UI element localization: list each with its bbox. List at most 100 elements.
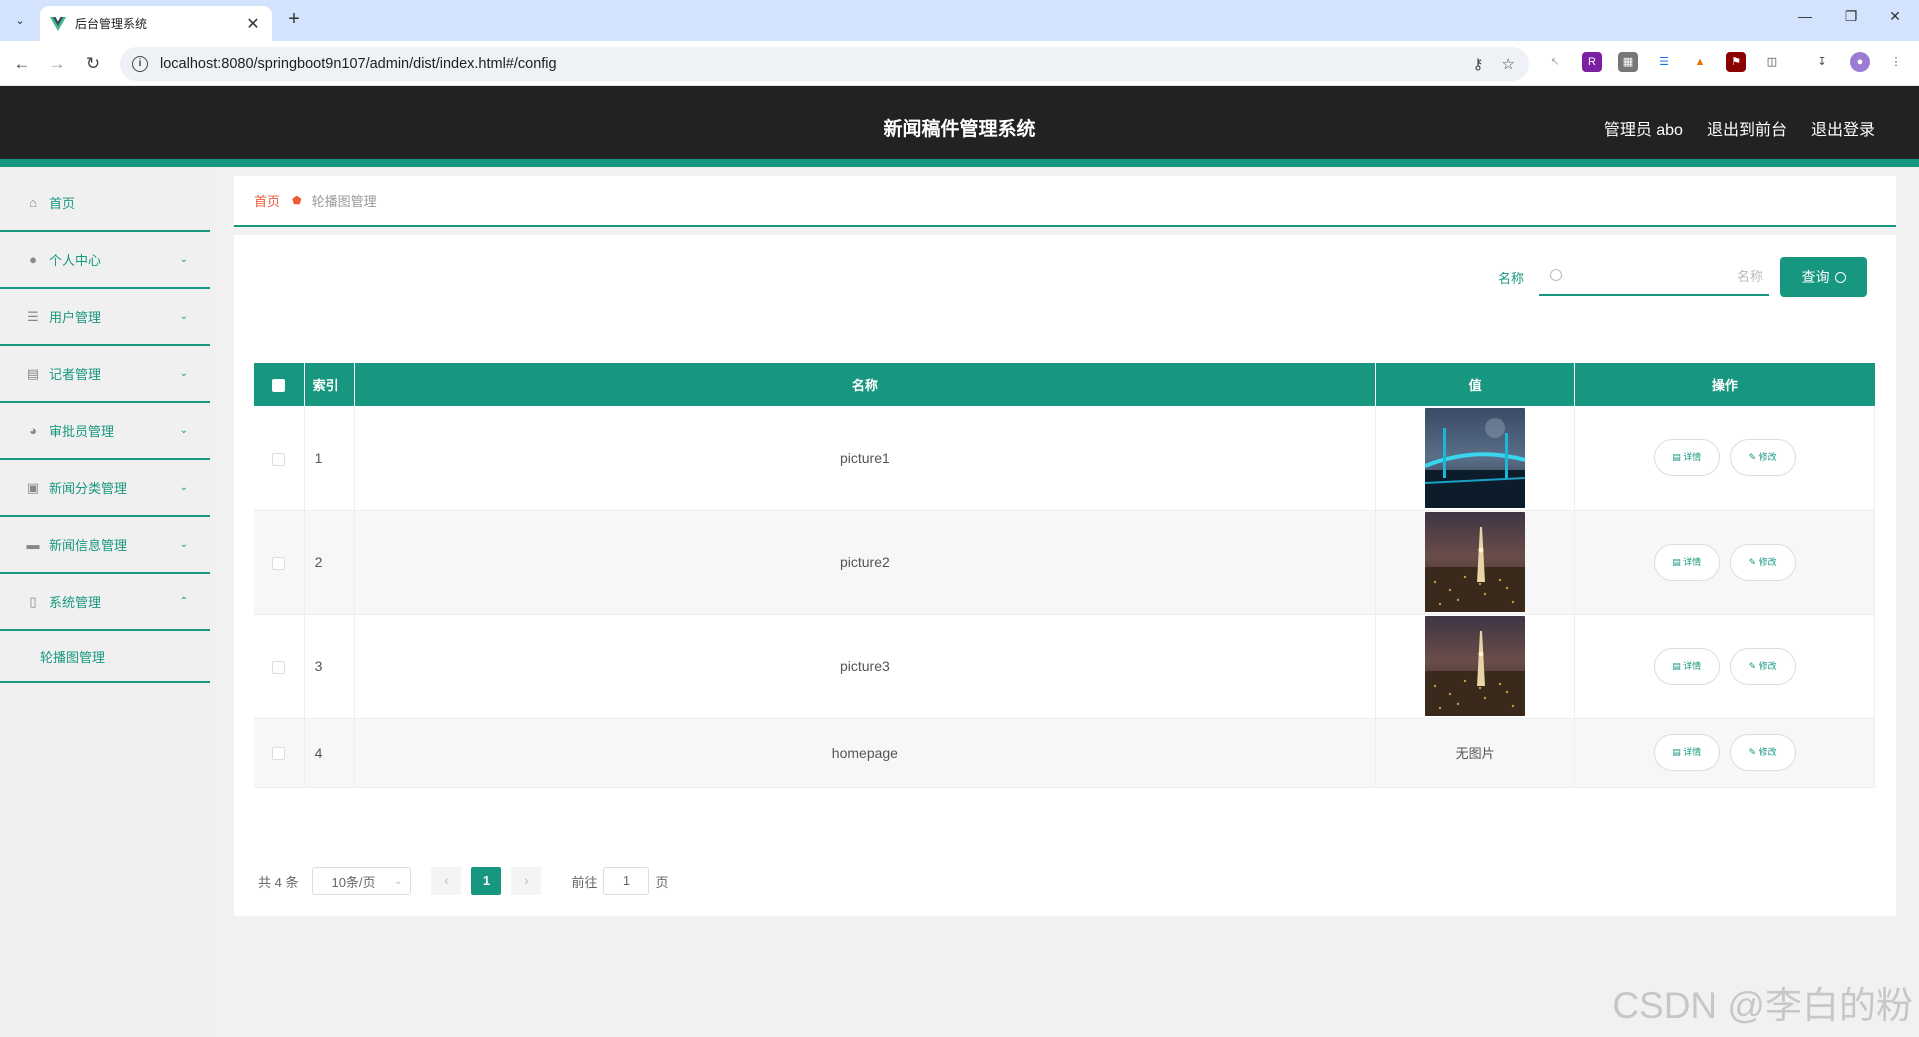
- carousel-thumbnail-city-tower: [1425, 512, 1526, 612]
- key-icon[interactable]: ⚷: [1473, 55, 1484, 73]
- restore-icon[interactable]: ❐: [1836, 8, 1866, 25]
- extension-layers-icon[interactable]: ☰: [1654, 52, 1674, 72]
- pentagon-separator-icon: ⬟: [292, 195, 302, 207]
- address-bar[interactable]: i localhost:8080/springboot9n107/admin/d…: [120, 47, 1529, 81]
- row-actions-cell: ▤ 详情 ✎ 修改: [1574, 718, 1875, 788]
- row-checkbox-cell: [254, 614, 305, 719]
- table-row: 3 picture3 ▤ 详情 ✎ 修改: [254, 614, 1875, 719]
- pagination-total: 共 4 条: [258, 874, 299, 890]
- detail-button[interactable]: ▤ 详情: [1653, 439, 1720, 477]
- sidebar-item-profile[interactable]: ● 个人中心 ⌄: [0, 232, 210, 289]
- minimize-icon[interactable]: —: [1790, 8, 1820, 24]
- row-value-cell: [1375, 510, 1576, 615]
- next-page-icon[interactable]: ›: [511, 867, 542, 895]
- site-info-icon[interactable]: i: [132, 56, 148, 72]
- detail-button-label: 详情: [1683, 452, 1702, 463]
- download-icon[interactable]: ↧: [1812, 52, 1832, 72]
- browser-tab-active[interactable]: 后台管理系统 ✕: [40, 6, 272, 41]
- sidebar-item-news-category[interactable]: ▣ 新闻分类管理 ⌄: [0, 460, 210, 517]
- new-tab-icon[interactable]: +: [282, 8, 306, 32]
- sidebar-item-home[interactable]: ⌂ 首页: [0, 175, 210, 232]
- compass-icon: ◕: [29, 423, 37, 438]
- column-header-actions: 操作: [1574, 363, 1875, 406]
- extensions-puzzle-icon[interactable]: ◫: [1762, 52, 1782, 72]
- extension-cursor-icon[interactable]: ↖: [1545, 52, 1565, 72]
- sidebar-item-reporters[interactable]: ▤ 记者管理 ⌄: [0, 346, 210, 403]
- chevron-down-icon: ⌄: [179, 311, 188, 322]
- sidebar-subitem-carousel[interactable]: 轮播图管理: [0, 631, 210, 683]
- row-checkbox[interactable]: [272, 452, 286, 466]
- edit-button[interactable]: ✎ 修改: [1729, 439, 1796, 477]
- detail-button[interactable]: ▤ 详情: [1653, 647, 1720, 685]
- row-checkbox[interactable]: [272, 660, 286, 674]
- briefcase-icon: ▣: [26, 479, 40, 495]
- breadcrumb: 首页 ⬟ 轮播图管理: [234, 176, 1896, 227]
- carousel-thumbnail-bridge: [1425, 407, 1526, 508]
- browser-menu-icon[interactable]: ⋮: [1886, 52, 1906, 72]
- row-index: 1: [304, 406, 355, 511]
- extension-shield-icon[interactable]: ⚑: [1726, 52, 1746, 72]
- row-name: picture2: [354, 510, 1377, 615]
- browser-tab-strip: ⌄ 后台管理系统 ✕ + — ❐ ✕: [0, 0, 1919, 41]
- goto-page-input[interactable]: 1: [603, 867, 650, 895]
- extension-box-icon[interactable]: ▦: [1618, 52, 1638, 72]
- profile-avatar-icon[interactable]: ●: [1850, 52, 1870, 72]
- row-checkbox-cell: [254, 718, 305, 788]
- row-name: picture3: [354, 614, 1377, 719]
- select-all-cell: [254, 363, 305, 406]
- row-index: 4: [304, 718, 355, 788]
- breadcrumb-home[interactable]: 首页: [254, 191, 280, 210]
- main-content: 名称 查询 索引 名称 值 操作 1 picture1: [234, 235, 1896, 916]
- prev-page-icon[interactable]: ‹: [431, 867, 462, 895]
- search-field: [1539, 256, 1769, 296]
- page-number-current[interactable]: 1: [471, 867, 502, 895]
- sidebar-item-news-info[interactable]: ▬ 新闻信息管理 ⌄: [0, 517, 210, 574]
- reload-icon[interactable]: ↻: [81, 52, 105, 76]
- message-icon: ▬: [26, 537, 40, 552]
- logout-link[interactable]: 退出登录: [1811, 116, 1875, 140]
- page-unit-label: 页: [655, 874, 669, 890]
- sidebar-item-approvers[interactable]: ◕ 审批员管理 ⌄: [0, 403, 210, 460]
- select-all-checkbox[interactable]: [272, 379, 286, 393]
- edit-button-label: 修改: [1758, 452, 1777, 463]
- row-checkbox[interactable]: [272, 556, 286, 570]
- search-input[interactable]: [1569, 265, 1763, 287]
- forward-arrow-icon[interactable]: →: [45, 52, 69, 76]
- edit-button[interactable]: ✎ 修改: [1729, 647, 1796, 685]
- detail-button[interactable]: ▤ 详情: [1653, 734, 1720, 771]
- config-table: 索引 名称 值 操作 1 picture1 ▤ 详情 ✎ 修改 2 pictur…: [254, 363, 1875, 788]
- search-label: 名称: [1498, 271, 1525, 286]
- row-name: picture1: [354, 406, 1377, 511]
- sidebar-item-users[interactable]: ☰ 用户管理 ⌄: [0, 289, 210, 346]
- sidebar-item-system[interactable]: ▯ 系统管理 ⌃: [0, 574, 210, 631]
- pagination: 共 4 条 10条/页 ⌄ ‹ 1 › 前往 1 页: [258, 867, 669, 895]
- edit-button[interactable]: ✎ 修改: [1729, 543, 1796, 581]
- detail-button-label: 详情: [1683, 747, 1702, 757]
- search-icon: [1550, 269, 1562, 281]
- search-button[interactable]: 查询: [1780, 257, 1867, 297]
- page-size-select[interactable]: 10条/页 ⌄: [312, 867, 412, 895]
- tab-search-chevron-icon[interactable]: ⌄: [7, 8, 33, 32]
- sidebar-item-label: 系统管理: [49, 595, 102, 610]
- edit-button-label: 修改: [1758, 747, 1777, 757]
- detail-button[interactable]: ▤ 详情: [1653, 543, 1720, 581]
- extension-person-icon[interactable]: ▲: [1690, 52, 1710, 72]
- extension-rp-icon[interactable]: R: [1582, 52, 1602, 72]
- url-text: localhost:8080/springboot9n107/admin/dis…: [160, 56, 557, 72]
- breadcrumb-current: 轮播图管理: [311, 194, 377, 209]
- detail-button-label: 详情: [1683, 660, 1702, 671]
- goto-label: 前往: [571, 874, 598, 890]
- bookmark-star-icon[interactable]: ☆: [1502, 55, 1515, 73]
- back-arrow-icon[interactable]: ←: [10, 52, 34, 76]
- row-name: homepage: [354, 718, 1377, 788]
- row-value-no-image: 无图片: [1375, 718, 1576, 788]
- tab-close-icon[interactable]: ✕: [244, 14, 262, 34]
- table-row: 2 picture2 ▤ 详情 ✎ 修改: [254, 510, 1875, 615]
- column-header-value: 值: [1375, 363, 1576, 406]
- row-checkbox[interactable]: [272, 747, 286, 761]
- row-value-cell: [1375, 614, 1576, 719]
- window-close-icon[interactable]: ✕: [1880, 8, 1910, 25]
- exit-to-front-link[interactable]: 退出到前台: [1707, 116, 1787, 140]
- chevron-down-icon: ⌄: [179, 539, 188, 550]
- edit-button[interactable]: ✎ 修改: [1729, 734, 1796, 771]
